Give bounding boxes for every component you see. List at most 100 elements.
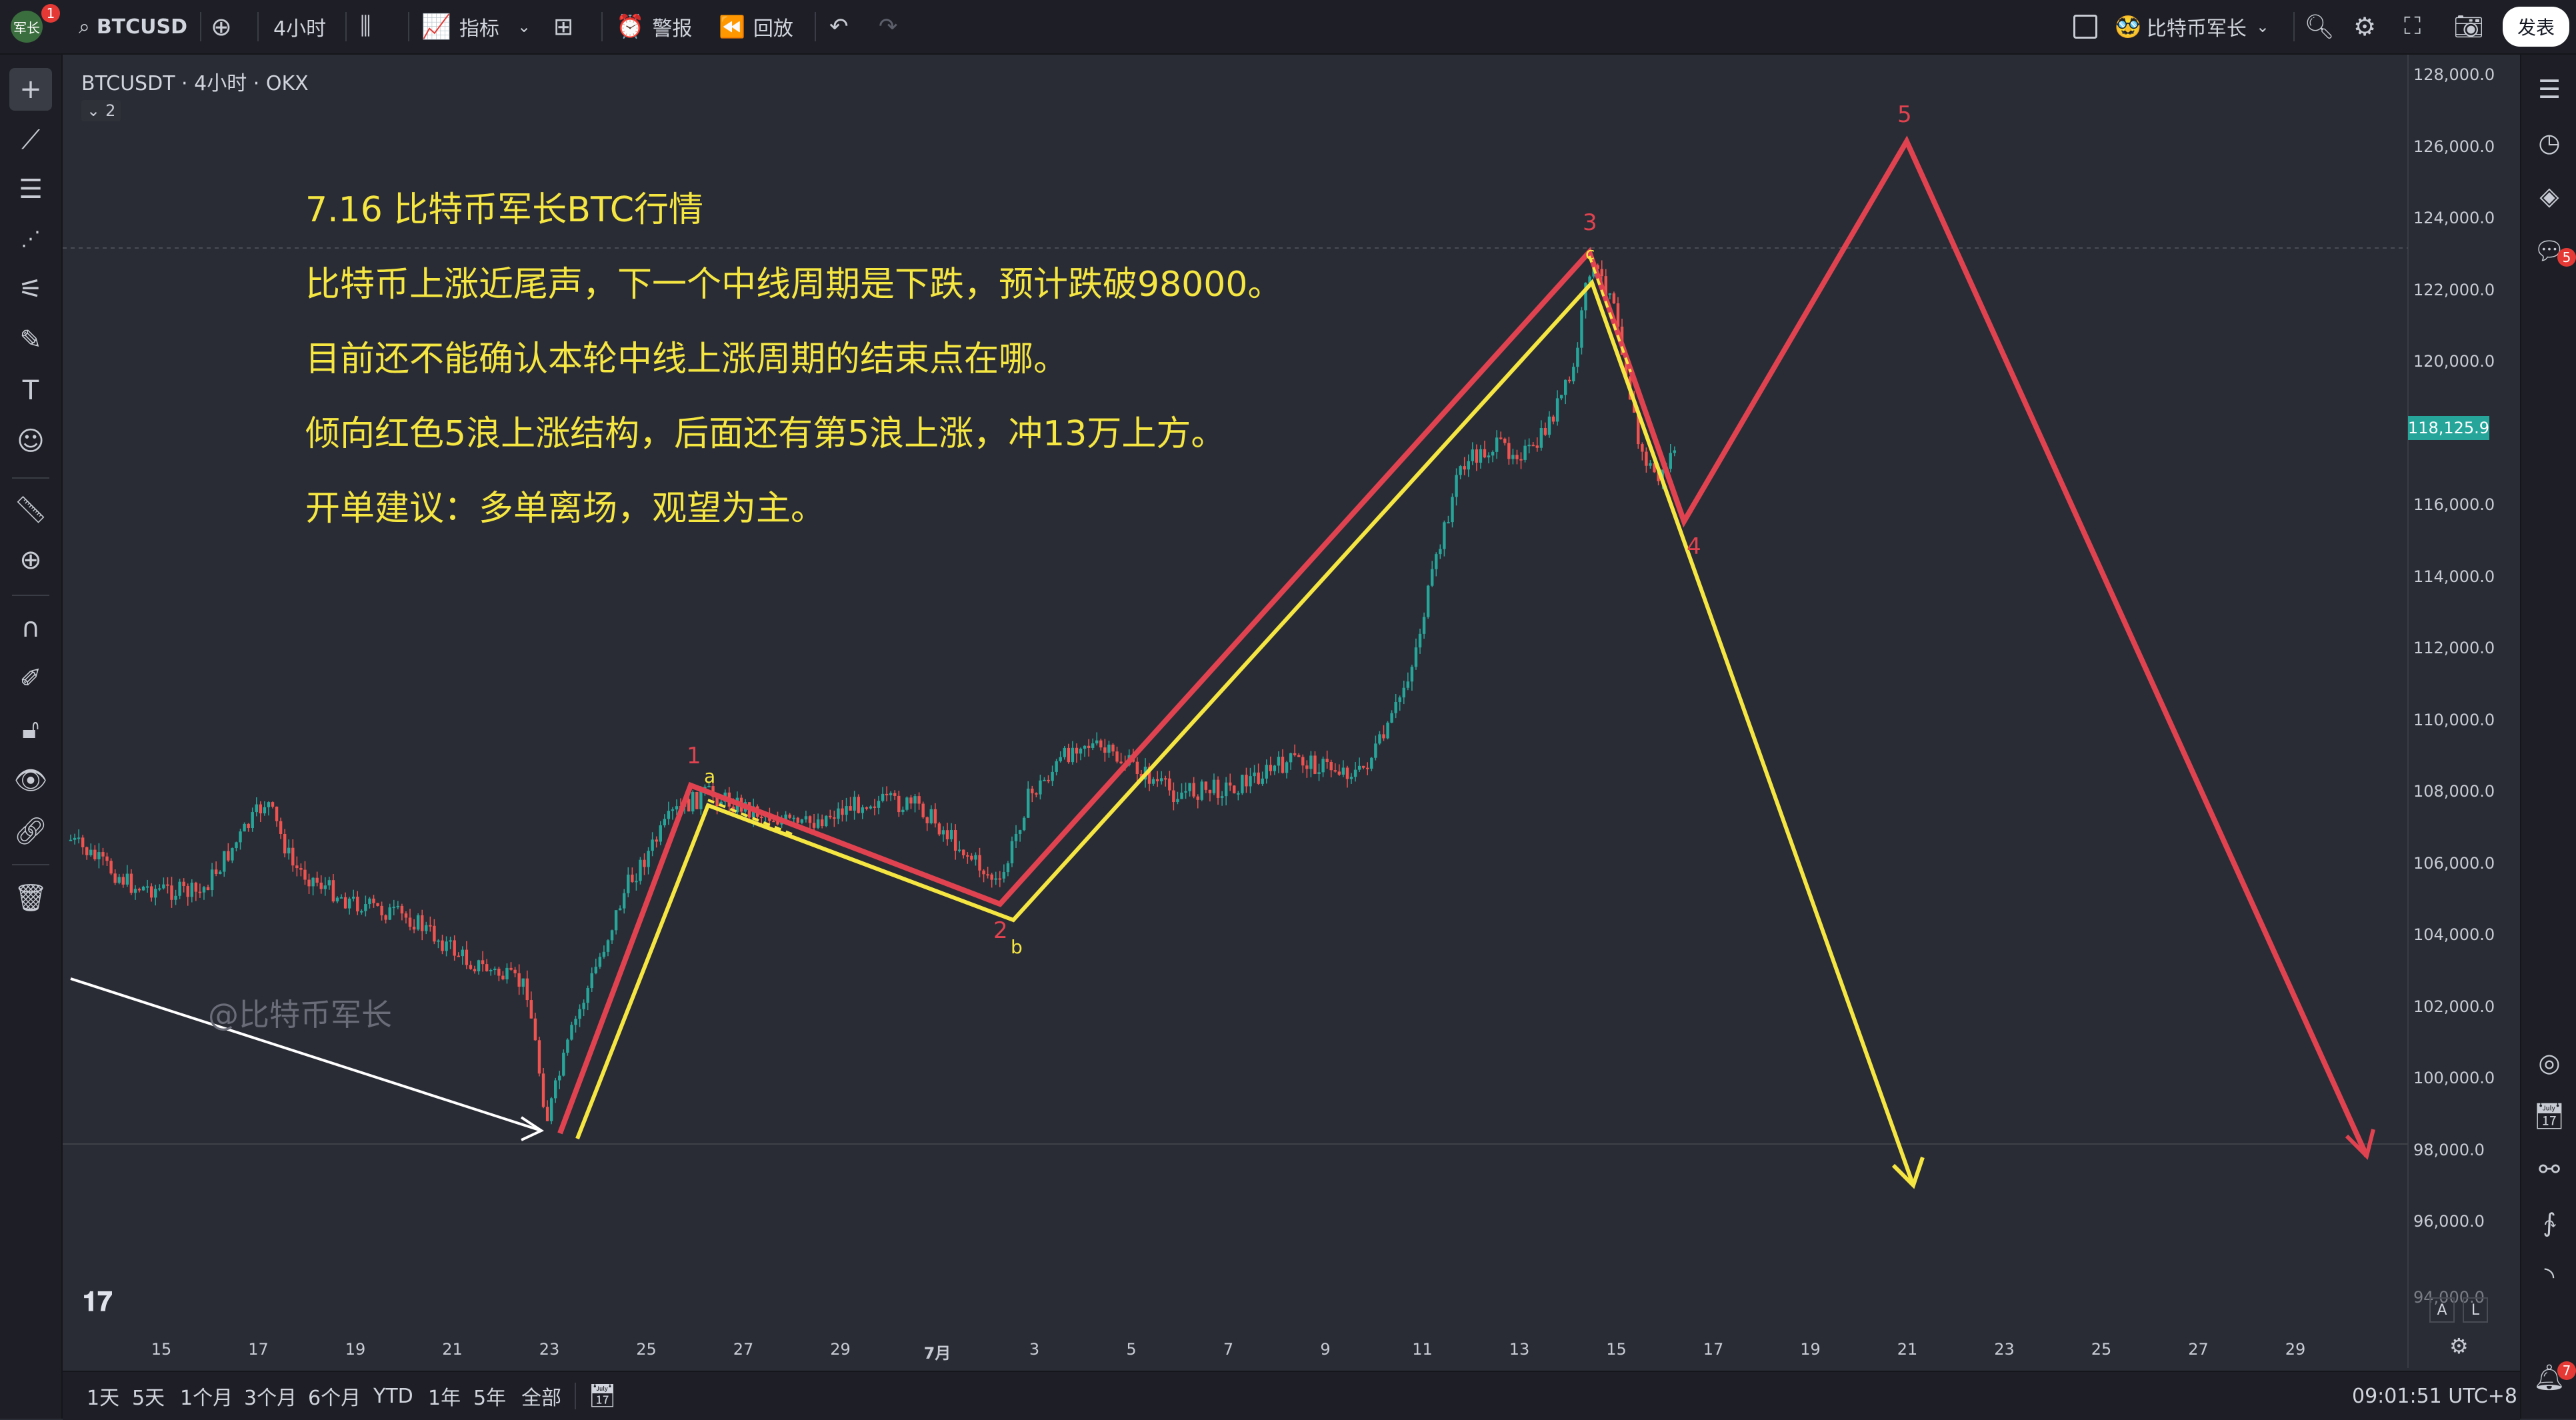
candle-body bbox=[1006, 863, 1010, 873]
candle-body bbox=[1414, 647, 1418, 667]
price-axis-label: 108,000.0 bbox=[2413, 782, 2495, 801]
range-3m[interactable]: 3个月 bbox=[244, 1372, 297, 1420]
candle-body bbox=[372, 898, 375, 903]
candle-body bbox=[416, 915, 420, 930]
range-all[interactable]: 全部 bbox=[521, 1372, 561, 1420]
candle-body bbox=[1547, 416, 1551, 435]
candle-body bbox=[1370, 757, 1373, 769]
candle-body bbox=[699, 791, 703, 809]
clock-timezone[interactable]: 09:01:51 UTC+8 bbox=[2352, 1372, 2517, 1420]
candle-body bbox=[1398, 697, 1401, 702]
candle-body bbox=[343, 897, 347, 909]
time-axis-label: 17 bbox=[1703, 1340, 1724, 1359]
candle-body bbox=[356, 897, 359, 912]
candle-body bbox=[1115, 751, 1119, 762]
range-6m[interactable]: 6个月 bbox=[308, 1372, 361, 1420]
time-axis-label: 23 bbox=[539, 1340, 560, 1359]
candle-body bbox=[235, 842, 238, 849]
candle-body bbox=[812, 823, 816, 828]
goto-date-button[interactable]: 📅︎ bbox=[588, 1372, 617, 1420]
candle-body bbox=[493, 969, 497, 971]
candle-body bbox=[1043, 779, 1046, 781]
price-axis-label: 98,000.0 bbox=[2413, 1140, 2485, 1159]
candle-body bbox=[1463, 466, 1466, 470]
candle-body bbox=[412, 927, 416, 930]
candle-body bbox=[1261, 778, 1264, 784]
candle-body bbox=[327, 880, 331, 886]
candle-body bbox=[990, 874, 993, 880]
candle-body bbox=[949, 830, 953, 839]
range-1y[interactable]: 1年 bbox=[428, 1372, 461, 1420]
candle-body bbox=[429, 925, 432, 927]
candle-body bbox=[1491, 451, 1495, 456]
candle-body bbox=[461, 949, 465, 957]
range-5y[interactable]: 5年 bbox=[473, 1372, 506, 1420]
axis-settings-button[interactable]: ⚙ bbox=[2449, 1333, 2469, 1359]
candle-body bbox=[788, 814, 791, 818]
candle-body bbox=[1087, 745, 1091, 748]
candle-body bbox=[1313, 755, 1317, 774]
indicators-collapse[interactable]: ⌄ 2 bbox=[81, 100, 121, 121]
candle-body bbox=[279, 821, 283, 834]
candle-body bbox=[905, 797, 909, 810]
price-axis-label: 120,000.0 bbox=[2413, 352, 2495, 371]
candle-body bbox=[845, 806, 848, 815]
candle-body bbox=[162, 884, 165, 889]
bottom-toolbar: 1天 5天 1个月 3个月 6个月 YTD 1年 5年 全部 📅︎ 09:01:… bbox=[63, 1371, 2520, 1420]
candle-body bbox=[1459, 466, 1462, 475]
candle-body bbox=[1103, 747, 1107, 753]
candle-body bbox=[154, 889, 157, 898]
candle-body bbox=[1160, 778, 1163, 781]
range-1m[interactable]: 1个月 bbox=[180, 1372, 233, 1420]
time-axis-label: 3 bbox=[1029, 1340, 1040, 1359]
annotation-line-5: 开单建议：多单离场，观望为主。 bbox=[305, 489, 826, 529]
candle-body bbox=[1305, 765, 1309, 769]
time-axis-label: 27 bbox=[733, 1340, 754, 1359]
candle-body bbox=[1051, 771, 1054, 781]
wave-label-a: a bbox=[704, 765, 716, 787]
candle-body bbox=[1293, 753, 1297, 755]
candle-body bbox=[214, 869, 218, 874]
candle-body bbox=[141, 887, 145, 891]
candle-body bbox=[1333, 770, 1337, 772]
candle-body bbox=[489, 969, 493, 971]
range-1d[interactable]: 1天 bbox=[87, 1372, 119, 1420]
candle-body bbox=[881, 793, 885, 801]
candle-body bbox=[194, 882, 198, 892]
candle-body bbox=[687, 799, 691, 812]
candle-body bbox=[606, 940, 610, 952]
candle-body bbox=[1111, 744, 1115, 752]
log-scale-button[interactable]: L bbox=[2463, 1297, 2488, 1323]
candle-body bbox=[307, 879, 311, 887]
candle-body bbox=[610, 930, 614, 941]
candle-body bbox=[1390, 713, 1393, 723]
candle-body bbox=[1337, 771, 1341, 775]
range-5d[interactable]: 5天 bbox=[132, 1372, 165, 1420]
candle-body bbox=[889, 793, 893, 795]
range-ytd[interactable]: YTD bbox=[373, 1372, 413, 1420]
candle-body bbox=[376, 903, 379, 906]
candle-body bbox=[1031, 788, 1034, 793]
candle-body bbox=[1451, 497, 1454, 523]
candle-body bbox=[1245, 775, 1248, 787]
candle-body bbox=[1447, 522, 1450, 524]
candle-body bbox=[400, 905, 404, 914]
candle-body bbox=[857, 797, 860, 813]
candle-body bbox=[925, 817, 929, 823]
wave-label-c: c bbox=[1585, 244, 1595, 264]
price-axis-label: 110,000.0 bbox=[2413, 710, 2495, 729]
candle-body bbox=[1649, 463, 1652, 466]
candle-body bbox=[1580, 310, 1583, 348]
candle-body bbox=[271, 802, 275, 807]
candle-body bbox=[631, 874, 634, 882]
candle-body bbox=[1378, 734, 1381, 744]
auto-scale-button[interactable]: A bbox=[2429, 1297, 2455, 1323]
candle-body bbox=[1035, 793, 1038, 795]
candle-body bbox=[1172, 790, 1175, 803]
last-price-tag: 118,125.9 bbox=[2408, 416, 2489, 440]
candle-body bbox=[1495, 437, 1499, 452]
candle-body bbox=[986, 874, 989, 876]
price-axis-label: 124,000.0 bbox=[2413, 209, 2495, 227]
candle-body bbox=[1212, 779, 1216, 793]
candle-body bbox=[1471, 449, 1475, 461]
